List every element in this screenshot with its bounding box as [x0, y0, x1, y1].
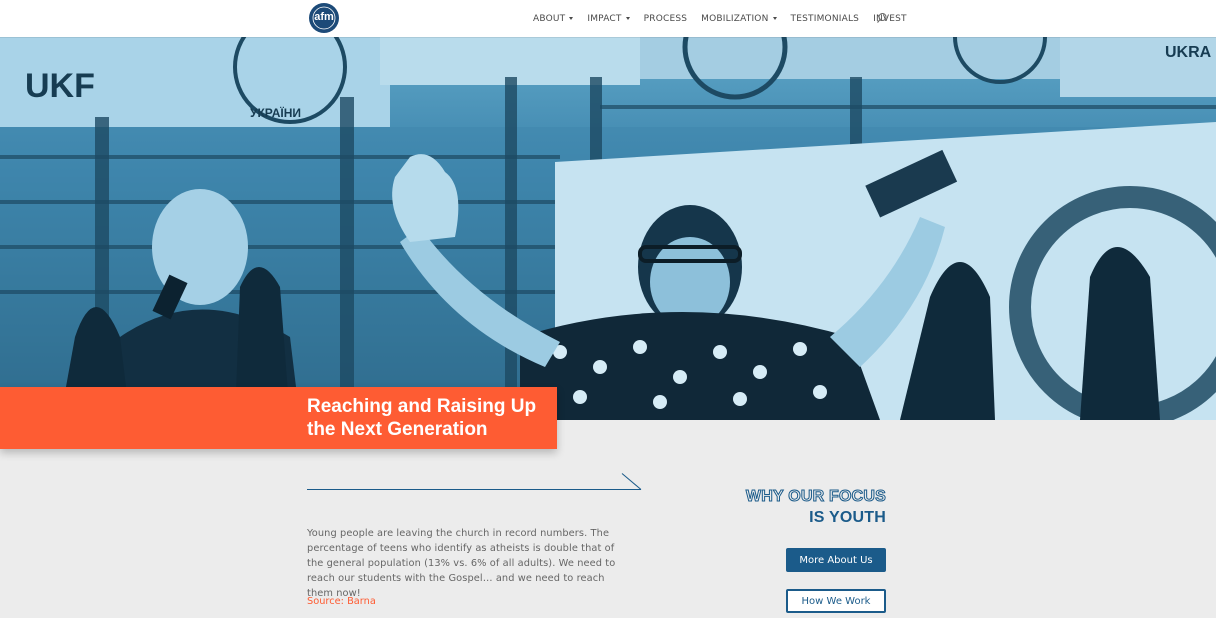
- chevron-down-icon: [772, 17, 777, 20]
- site-header: afm ABOUT IMPACT PROCESS MOBILIZATION TE…: [0, 0, 1216, 37]
- focus-heading-line1: WHY OUR FOCUS: [745, 488, 886, 506]
- nav-about[interactable]: ABOUT: [533, 13, 574, 24]
- chevron-down-icon: [569, 17, 574, 20]
- banner-text-ukrainy: УКРАЇНИ: [250, 105, 301, 120]
- banner-text-ukra: UKRA: [1165, 44, 1212, 61]
- nav-about-label: ABOUT: [533, 13, 566, 24]
- hero-title: Reaching and Raising Up the Next Generat…: [307, 395, 552, 441]
- source-link[interactable]: Source: Barna: [307, 596, 376, 607]
- hero-title-line1: Reaching and Raising Up: [307, 396, 537, 417]
- nav-process-label: PROCESS: [643, 13, 688, 24]
- nav-impact-label: IMPACT: [587, 13, 622, 24]
- more-about-us-button[interactable]: More About Us: [786, 548, 886, 572]
- site-logo[interactable]: afm: [309, 3, 339, 33]
- hero-image: UKF УКРАЇНИ UKRA: [0, 37, 1216, 420]
- nav-mobilization[interactable]: MOBILIZATION: [701, 13, 777, 24]
- youth-paragraph: Young people are leaving the church in r…: [307, 528, 616, 599]
- nav-process[interactable]: PROCESS: [644, 14, 688, 24]
- banner-text-ukf: UKF: [25, 67, 95, 105]
- search-icon[interactable]: [876, 12, 888, 24]
- nav-mobilization-label: MOBILIZATION: [701, 13, 769, 24]
- nav-impact[interactable]: IMPACT: [587, 13, 630, 24]
- hero-caption: Reaching and Raising Up the Next Generat…: [0, 387, 557, 449]
- hero-title-line2: the Next Generation: [307, 419, 488, 440]
- nav-testimonials[interactable]: TESTIMONIALS: [791, 14, 860, 24]
- divider-arrow-icon: [307, 473, 642, 490]
- main-nav: ABOUT IMPACT PROCESS MOBILIZATION TESTIM…: [533, 0, 921, 37]
- focus-heading-line2: IS YOUTH: [809, 509, 886, 526]
- how-we-work-button[interactable]: How We Work: [786, 589, 886, 613]
- nav-testimonials-label: TESTIMONIALS: [790, 13, 860, 24]
- chevron-down-icon: [625, 17, 630, 20]
- hero-photo: UKF УКРАЇНИ UKRA: [0, 37, 1216, 420]
- logo-text: afm: [314, 11, 334, 23]
